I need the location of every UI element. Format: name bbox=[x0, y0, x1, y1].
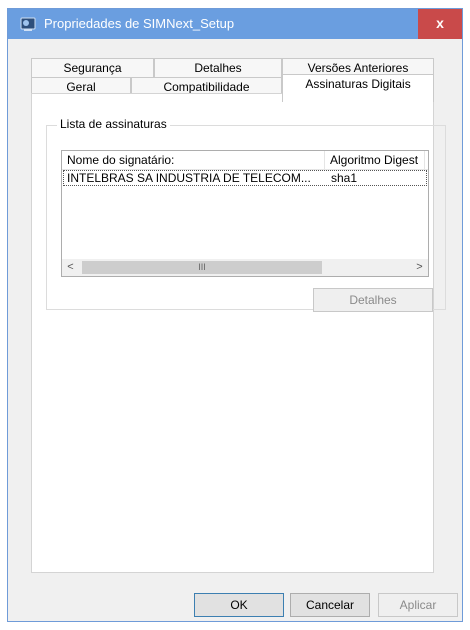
column-header-signer[interactable]: Nome do signatário: bbox=[67, 153, 174, 167]
window-title: Propriedades de SIMNext_Setup bbox=[44, 16, 235, 31]
signer-name: INTELBRAS SA INDUSTRIA DE TELECOM... bbox=[67, 171, 311, 185]
properties-dialog: Propriedades de SIMNext_Setup x Seguranç… bbox=[7, 8, 463, 622]
details-button[interactable]: Detalhes bbox=[313, 288, 433, 312]
scroll-left-icon[interactable]: < bbox=[62, 259, 79, 276]
scroll-thumb[interactable]: III bbox=[82, 261, 322, 274]
list-header: Nome do signatário: Algoritmo Digest bbox=[62, 151, 428, 170]
tab-seguranca[interactable]: Segurança bbox=[31, 58, 154, 78]
apply-button[interactable]: Aplicar bbox=[378, 593, 458, 617]
tab-panel-assinaturas: Lista de assinaturas Nome do signatário:… bbox=[31, 93, 446, 573]
column-header-digest[interactable]: Algoritmo Digest bbox=[330, 153, 418, 167]
signature-list[interactable]: Nome do signatário: Algoritmo Digest INT… bbox=[61, 150, 429, 277]
digest-algorithm: sha1 bbox=[331, 171, 358, 185]
close-icon: x bbox=[436, 15, 444, 31]
tab-assinaturas-digitais[interactable]: Assinaturas Digitais bbox=[282, 74, 434, 102]
cancel-button[interactable]: Cancelar bbox=[290, 593, 370, 617]
scroll-right-icon[interactable]: > bbox=[411, 259, 428, 276]
title-bar[interactable]: Propriedades de SIMNext_Setup x bbox=[8, 9, 462, 39]
signature-list-group: Lista de assinaturas Nome do signatário:… bbox=[46, 117, 446, 312]
close-button[interactable]: x bbox=[418, 9, 462, 39]
group-label: Lista de assinaturas bbox=[57, 117, 170, 131]
app-icon bbox=[20, 17, 36, 31]
list-item[interactable]: INTELBRAS SA INDUSTRIA DE TELECOM... sha… bbox=[63, 170, 427, 186]
horizontal-scrollbar[interactable]: < III > bbox=[62, 259, 428, 276]
tab-detalhes[interactable]: Detalhes bbox=[154, 58, 282, 78]
ok-button[interactable]: OK bbox=[194, 593, 284, 617]
